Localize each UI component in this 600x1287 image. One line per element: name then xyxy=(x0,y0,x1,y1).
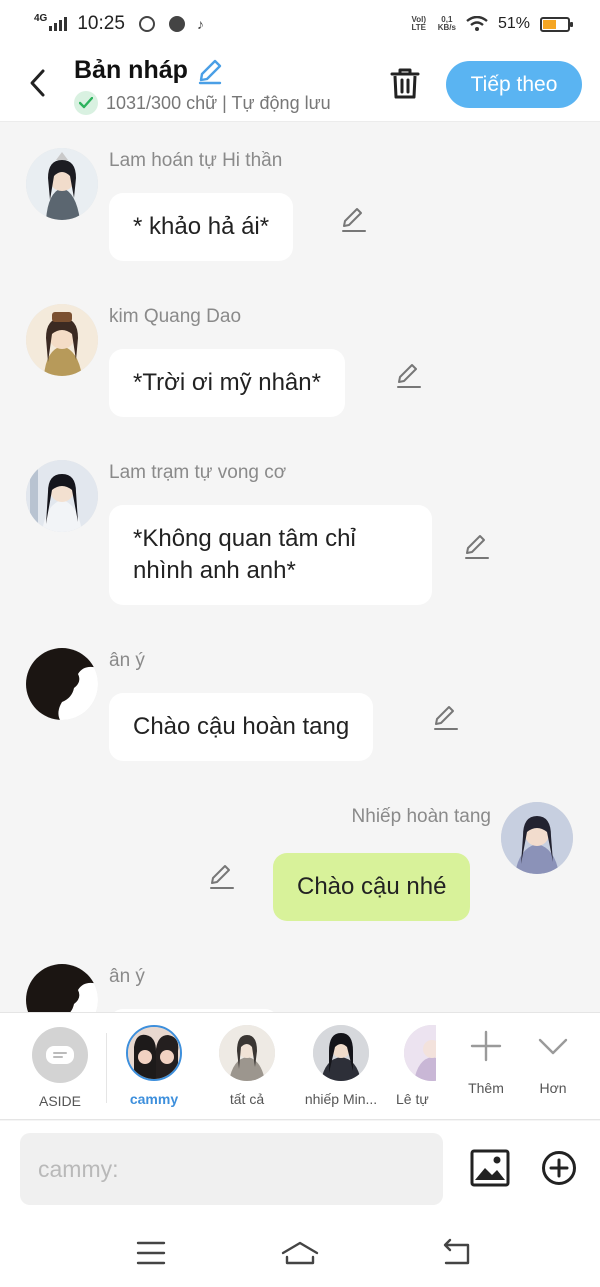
character-item[interactable]: cammy xyxy=(111,1025,197,1107)
character-strip: ASIDE cammy tất cả nhiếp Min... Lê tự Th… xyxy=(0,1012,600,1120)
character-item[interactable]: Lê tự xyxy=(390,1025,436,1107)
title-area: Bản nháp 1031/300 chữ | Tự động lưu xyxy=(74,56,331,115)
chrome-icon xyxy=(138,16,155,32)
back-arrow-icon xyxy=(30,69,45,97)
message-input[interactable]: cammy: xyxy=(20,1133,443,1205)
recent-apps-button[interactable] xyxy=(136,1235,176,1271)
system-nav-bar xyxy=(0,1217,600,1287)
more-characters-label: Hơn xyxy=(539,1080,567,1096)
edit-message-icon[interactable] xyxy=(208,863,236,891)
image-icon xyxy=(470,1149,510,1187)
edit-message-icon[interactable] xyxy=(463,533,491,561)
status-bar: 4G 10:25 ♪ Vol) LTE 0,1 KB/s 51% xyxy=(0,0,600,48)
character-label: Lê tự xyxy=(396,1091,429,1107)
character-label: tất cả xyxy=(229,1091,265,1107)
avatar xyxy=(126,1025,182,1081)
message-bubble[interactable]: * khảo hả ái* xyxy=(109,193,294,261)
message-bubble[interactable]: *Không quan tâm chỉ nhình anh anh* xyxy=(109,505,432,605)
message-sender: Nhiếp hoàn tang xyxy=(351,806,491,827)
message-sender: ân ý xyxy=(109,650,145,671)
saved-check-icon xyxy=(74,91,98,115)
wifi-icon xyxy=(466,16,488,31)
back-nav-button[interactable] xyxy=(440,1235,480,1271)
edit-message-icon[interactable] xyxy=(395,362,423,390)
character-label: cammy xyxy=(129,1091,179,1107)
volte-badge: Vol) LTE xyxy=(411,15,426,32)
avatar xyxy=(219,1025,275,1081)
add-character-label: Thêm xyxy=(468,1080,504,1096)
header: Bản nháp 1031/300 chữ | Tự động lưu Tiếp… xyxy=(0,48,600,122)
aside-icon xyxy=(32,1027,88,1083)
messenger-icon xyxy=(168,16,185,32)
message-sender: Lam trạm tự vong cơ xyxy=(109,462,287,483)
message-bubble-own[interactable]: Chào cậu nhé xyxy=(273,853,471,921)
battery-level xyxy=(543,19,556,29)
edit-title-icon[interactable] xyxy=(196,57,224,85)
avatar[interactable] xyxy=(26,148,98,220)
add-character-button[interactable]: Thêm xyxy=(451,1029,521,1096)
avatar[interactable] xyxy=(26,648,98,720)
more-characters-button[interactable]: Hơn xyxy=(518,1029,588,1096)
message-bubble[interactable]: *Trời ơi mỹ nhân* xyxy=(109,349,345,417)
character-item[interactable]: nhiếp Min... xyxy=(298,1025,384,1107)
strip-divider xyxy=(106,1033,107,1103)
input-bar: cammy: xyxy=(0,1121,600,1217)
message-sender: ân ý xyxy=(109,966,145,987)
delete-button[interactable] xyxy=(386,64,424,102)
home-icon xyxy=(281,1241,319,1265)
character-aside[interactable]: ASIDE xyxy=(17,1027,103,1109)
signal-icon xyxy=(49,17,68,31)
message-sender: Lam hoán tự Hi thần xyxy=(109,150,283,171)
avatar xyxy=(313,1025,369,1081)
plus-icon xyxy=(470,1030,502,1062)
chevron-down-icon xyxy=(538,1038,568,1055)
tiktok-icon: ♪ xyxy=(196,16,204,32)
chat-area[interactable]: Lam hoán tự Hi thần * khảo hả ái* kim Qu… xyxy=(0,122,600,1012)
character-label: nhiếp Min... xyxy=(304,1091,378,1107)
avatar[interactable] xyxy=(26,304,98,376)
add-attachment-button[interactable] xyxy=(541,1150,577,1186)
back-nav-icon xyxy=(443,1238,470,1265)
avatar xyxy=(404,1025,436,1081)
menu-icon xyxy=(136,1241,166,1265)
edit-message-icon[interactable] xyxy=(340,206,368,234)
battery-percent: 51% xyxy=(497,15,530,32)
network-speed-unit: KB/s xyxy=(437,23,456,32)
plus-circle-icon xyxy=(542,1151,576,1185)
status-time: 10:25 xyxy=(77,13,125,34)
character-item[interactable]: tất cả xyxy=(204,1025,290,1107)
network-speed: 0,1 KB/s xyxy=(438,16,456,32)
avatar[interactable] xyxy=(501,802,573,874)
battery-icon xyxy=(540,16,573,32)
character-label: ASIDE xyxy=(38,1093,81,1109)
edit-message-icon[interactable] xyxy=(432,704,460,732)
avatar[interactable] xyxy=(26,460,98,532)
home-button[interactable] xyxy=(280,1235,320,1271)
message-sender: kim Quang Dao xyxy=(109,306,242,327)
page-title: Bản nháp xyxy=(74,56,188,84)
back-button[interactable] xyxy=(22,66,52,100)
avatar[interactable] xyxy=(26,964,98,1012)
network-type: 4G xyxy=(34,12,48,24)
insert-image-button[interactable] xyxy=(470,1149,510,1187)
word-count-status: 1031/300 chữ | Tự động lưu xyxy=(106,92,331,113)
message-bubble[interactable]: Chào cậu hoàn tang xyxy=(109,693,374,761)
trash-icon xyxy=(390,68,420,99)
next-button[interactable]: Tiếp theo xyxy=(446,61,582,108)
